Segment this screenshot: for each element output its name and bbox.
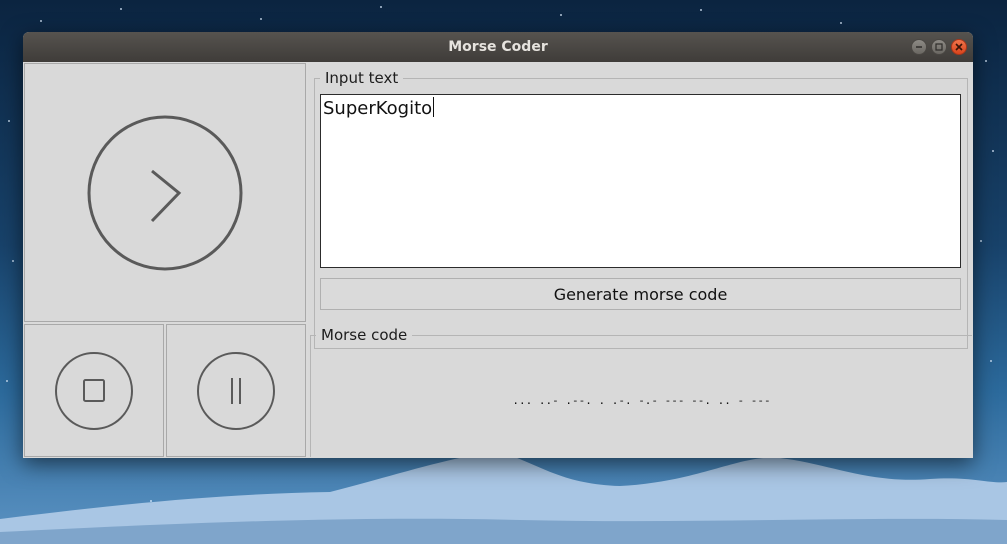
input-text-legend: Input text (320, 68, 404, 88)
minimize-icon (916, 46, 922, 48)
minimize-button[interactable] (911, 39, 927, 55)
morse-code-legend: Morse code (316, 325, 413, 345)
app-window: Morse Coder Input text SuperKogito Gener… (23, 32, 973, 458)
input-text-value: SuperKogito (323, 98, 433, 119)
stop-panel (24, 324, 164, 457)
main-area: Input text SuperKogito Generate morse co… (308, 63, 973, 458)
stop-icon (55, 351, 133, 430)
input-text-field[interactable]: SuperKogito (320, 94, 961, 268)
play-button[interactable] (25, 64, 305, 321)
play-panel (24, 63, 306, 322)
window-title: Morse Coder (448, 39, 548, 55)
pause-button[interactable] (167, 325, 305, 456)
text-cursor (433, 97, 435, 117)
window-controls (911, 39, 967, 55)
morse-code-group: Morse code ... ..- .--. . .-. -.- --- --… (310, 325, 972, 457)
morse-code-output: ... ..- .--. . .-. -.- --- --. .. - --- (512, 394, 771, 407)
generate-morse-button[interactable]: Generate morse code (320, 278, 961, 310)
title-bar[interactable]: Morse Coder (23, 32, 973, 62)
pause-icon (197, 351, 275, 430)
input-text-group: Input text SuperKogito Generate morse co… (314, 68, 968, 349)
maximize-button[interactable] (931, 39, 947, 55)
close-icon (955, 43, 963, 51)
close-button[interactable] (951, 39, 967, 55)
maximize-icon (935, 43, 943, 51)
chevron-right-icon (87, 115, 243, 270)
stop-button[interactable] (25, 325, 163, 456)
pause-panel (166, 324, 306, 457)
